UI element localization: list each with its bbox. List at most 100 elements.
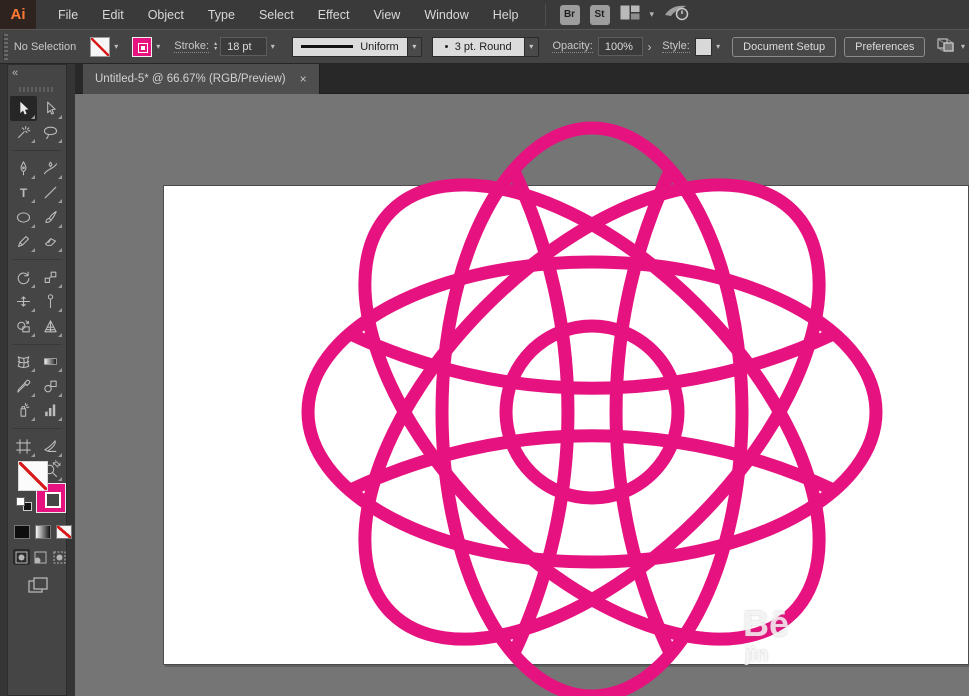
tool-group-separator [13,339,61,345]
opacity-field[interactable]: 100% [598,37,643,56]
bridge-icon[interactable]: Br [560,5,580,25]
lasso-tool[interactable] [37,121,64,146]
rotate-tool[interactable] [10,265,37,290]
ellipse-icon [15,209,32,226]
eyedropper-tool[interactable] [10,374,37,399]
menu-item-window[interactable]: Window [412,2,480,28]
tool-dock: « T ⇄ [0,64,75,696]
magic-wand-tool[interactable] [10,121,37,146]
gradient-button[interactable] [35,525,51,539]
perspective-grid-tool[interactable] [37,314,64,339]
stroke-chevron-icon[interactable]: ▾ [152,42,164,51]
column-graph-tool[interactable] [37,399,64,424]
fill-proxy-swatch[interactable] [18,461,48,491]
style-label[interactable]: Style: [662,40,690,53]
brush-chevron-icon[interactable]: ▾ [525,37,539,57]
puppet-warp-tool[interactable] [37,290,64,315]
collapse-panel-button[interactable]: « [12,67,18,79]
rotate-icon [15,269,32,286]
perspective-grid-icon [42,318,59,335]
draw-inside-button[interactable] [51,549,68,565]
menu-item-object[interactable]: Object [136,2,196,28]
menu-item-view[interactable]: View [361,2,412,28]
stroke-color-swatch[interactable] [132,37,152,57]
pencil-tool[interactable] [10,230,37,255]
brush-preview-dot [445,45,448,48]
pen-icon [15,160,32,177]
arrange-icon[interactable] [935,36,957,57]
menu-item-select[interactable]: Select [247,2,306,28]
menu-item-help[interactable]: Help [481,2,531,28]
illustrator-logo-icon: Ai [0,0,36,29]
tab-close-icon[interactable]: × [300,72,307,86]
tool-group-separator [13,145,61,151]
document-tab-bar: Untitled-5* @ 66.67% (RGB/Preview) × [75,64,969,94]
eraser-tool[interactable] [37,230,64,255]
paintbrush-icon [42,209,59,226]
fill-color-swatch[interactable] [90,37,110,57]
watermark: Bē jin [743,606,789,665]
width-profile-dropdown[interactable]: Uniform [292,37,408,57]
stroke-weight-field[interactable]: 18 pt [220,37,267,56]
slice-tool[interactable] [37,434,64,459]
scale-tool[interactable] [37,265,64,290]
symbol-sprayer-tool[interactable] [10,399,37,424]
type-tool[interactable]: T [10,181,37,206]
menu-item-file[interactable]: File [46,2,90,28]
panel-grip[interactable] [19,87,55,92]
direct-selection-tool[interactable] [37,96,64,121]
paintbrush-tool[interactable] [37,205,64,230]
menu-item-type[interactable]: Type [196,2,247,28]
document-tab[interactable]: Untitled-5* @ 66.67% (RGB/Preview) × [83,64,320,94]
selection-status: No Selection [14,41,76,53]
workspace-switcher-icon[interactable] [620,5,640,25]
preferences-button[interactable]: Preferences [844,37,925,57]
fill-chevron-icon[interactable]: ▾ [110,42,122,51]
width-icon [15,293,32,310]
menu-item-edit[interactable]: Edit [90,2,136,28]
publish-share-icon[interactable] [664,3,690,26]
document-setup-button[interactable]: Document Setup [732,37,836,57]
opacity-label[interactable]: Opacity: [552,40,592,53]
style-swatch[interactable] [695,38,712,56]
shape-builder-tool[interactable] [10,314,37,339]
canvas-area[interactable]: Bē jin [75,94,969,696]
eraser-icon [42,233,59,250]
stock-icon[interactable]: St [590,5,610,25]
draw-normal-button[interactable] [13,549,30,565]
artboard-tool[interactable] [10,434,37,459]
default-fill-stroke-icon[interactable] [16,497,32,511]
artwork-ellipse [285,105,899,696]
pen-tool[interactable] [10,156,37,181]
workspace-chevron-icon[interactable]: ▾ [650,9,655,20]
width-profile-chevron-icon[interactable]: ▾ [408,37,422,57]
tool-grid: T [10,96,64,483]
screen-mode-button[interactable] [28,577,48,593]
mesh-tool[interactable] [10,350,37,375]
draw-behind-button[interactable] [32,549,49,565]
svg-text:T: T [20,186,28,200]
gradient-tool[interactable] [37,350,64,375]
width-profile-value: Uniform [360,41,399,53]
selection-tool[interactable] [10,96,37,121]
brush-dropdown[interactable]: 3 pt. Round [432,37,525,57]
stroke-weight-chevron-icon[interactable]: ▾ [267,42,279,51]
scale-icon [42,269,59,286]
none-button[interactable] [56,525,72,539]
curvature-tool[interactable] [37,156,64,181]
blend-tool[interactable] [37,374,64,399]
control-bar-grip[interactable] [3,34,8,60]
arrange-chevron-icon[interactable]: ▾ [957,42,969,51]
stroke-weight-stepper[interactable]: ▴ ▾ [214,42,217,52]
stroke-label[interactable]: Stroke: [174,40,209,53]
width-tool[interactable] [10,290,37,315]
opacity-submenu-icon[interactable]: › [643,40,657,54]
draw-normal-icon [15,551,28,564]
ellipse-tool[interactable] [10,205,37,230]
line-segment-tool[interactable] [37,181,64,206]
artwork-ellipse-pattern [75,94,969,696]
artwork-ellipse [285,105,899,696]
color-button[interactable] [14,525,30,539]
style-chevron-icon[interactable]: ▾ [712,42,724,51]
menu-item-effect[interactable]: Effect [306,2,362,28]
